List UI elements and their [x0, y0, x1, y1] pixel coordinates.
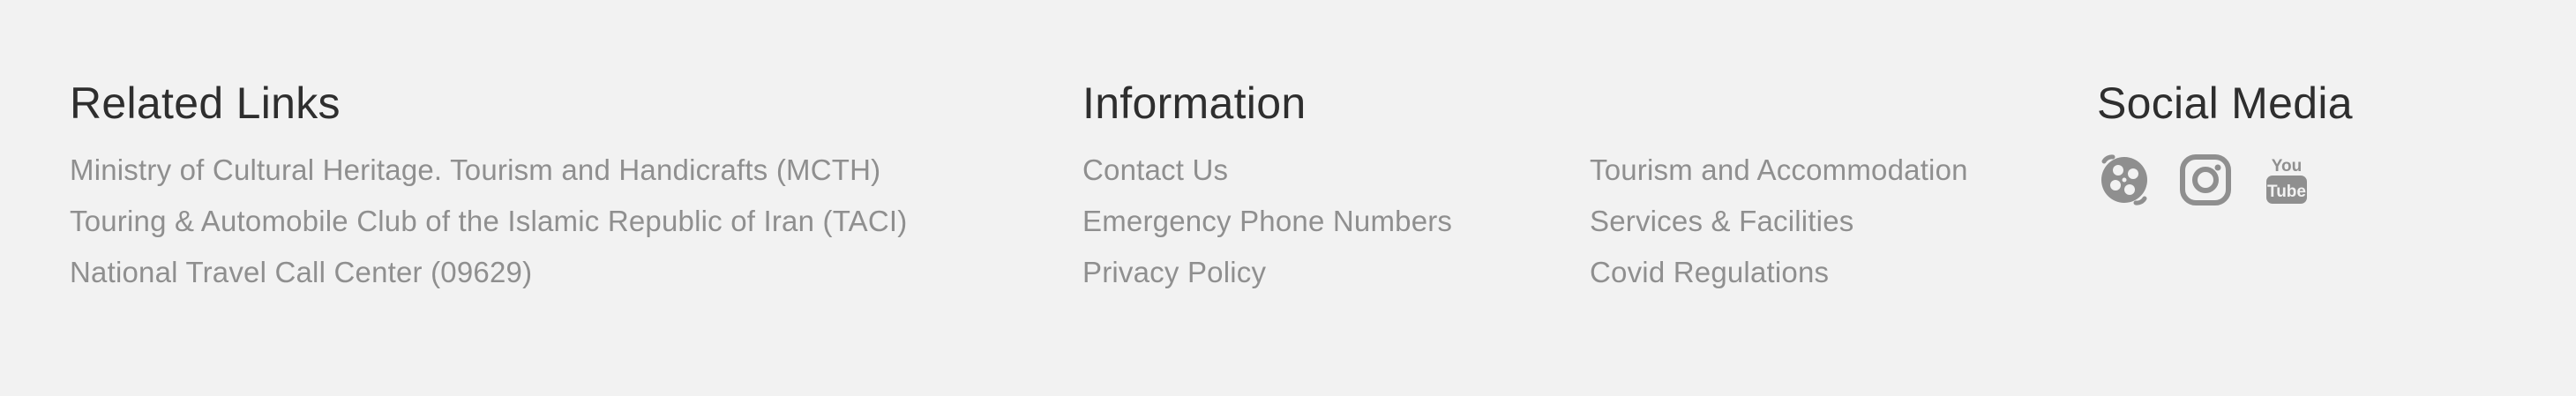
related-links-heading: Related Links — [70, 78, 341, 128]
svg-text:Tube: Tube — [2267, 183, 2306, 201]
link-mcth[interactable]: Ministry of Cultural Heritage. Tourism a… — [70, 153, 880, 186]
information-links-left: Contact Us Emergency Phone Numbers Priva… — [1082, 153, 1452, 307]
link-taci[interactable]: Touring & Automobile Club of the Islamic… — [70, 205, 907, 237]
list-item: Contact Us — [1082, 153, 1452, 205]
list-item: Ministry of Cultural Heritage. Tourism a… — [70, 153, 907, 205]
related-links-section: Related Links Ministry of Cultural Herit… — [70, 72, 1040, 288]
information-links-right: Tourism and Accommodation Services & Fac… — [1590, 153, 1968, 307]
list-item: Emergency Phone Numbers — [1082, 205, 1452, 256]
information-section: Information Contact Us Emergency Phone N… — [1082, 72, 2053, 288]
social-media-heading: Social Media — [2097, 78, 2353, 128]
link-emergency-phone-numbers[interactable]: Emergency Phone Numbers — [1082, 205, 1452, 237]
svg-text:You: You — [2272, 157, 2302, 176]
social-media-section: Social Media You Tube — [2097, 72, 2503, 205]
aparat-icon[interactable] — [2097, 153, 2152, 207]
youtube-icon[interactable]: You Tube — [2259, 153, 2314, 207]
link-covid-regulations[interactable]: Covid Regulations — [1590, 256, 1829, 288]
instagram-icon[interactable] — [2178, 153, 2233, 207]
list-item: Touring & Automobile Club of the Islamic… — [70, 205, 907, 256]
link-travel-call-center[interactable]: National Travel Call Center (09629) — [70, 256, 532, 288]
link-tourism-accommodation[interactable]: Tourism and Accommodation — [1590, 153, 1968, 186]
link-services-facilities[interactable]: Services & Facilities — [1590, 205, 1853, 237]
social-icons-row: You Tube — [2097, 153, 2340, 206]
link-contact-us[interactable]: Contact Us — [1082, 153, 1228, 186]
link-privacy-policy[interactable]: Privacy Policy — [1082, 256, 1266, 288]
information-heading: Information — [1082, 78, 1307, 128]
list-item: Covid Regulations — [1590, 256, 1968, 307]
list-item: Tourism and Accommodation — [1590, 153, 1968, 205]
list-item: Privacy Policy — [1082, 256, 1452, 307]
related-links-list: Ministry of Cultural Heritage. Tourism a… — [70, 153, 907, 307]
list-item: Services & Facilities — [1590, 205, 1968, 256]
list-item: National Travel Call Center (09629) — [70, 256, 907, 307]
